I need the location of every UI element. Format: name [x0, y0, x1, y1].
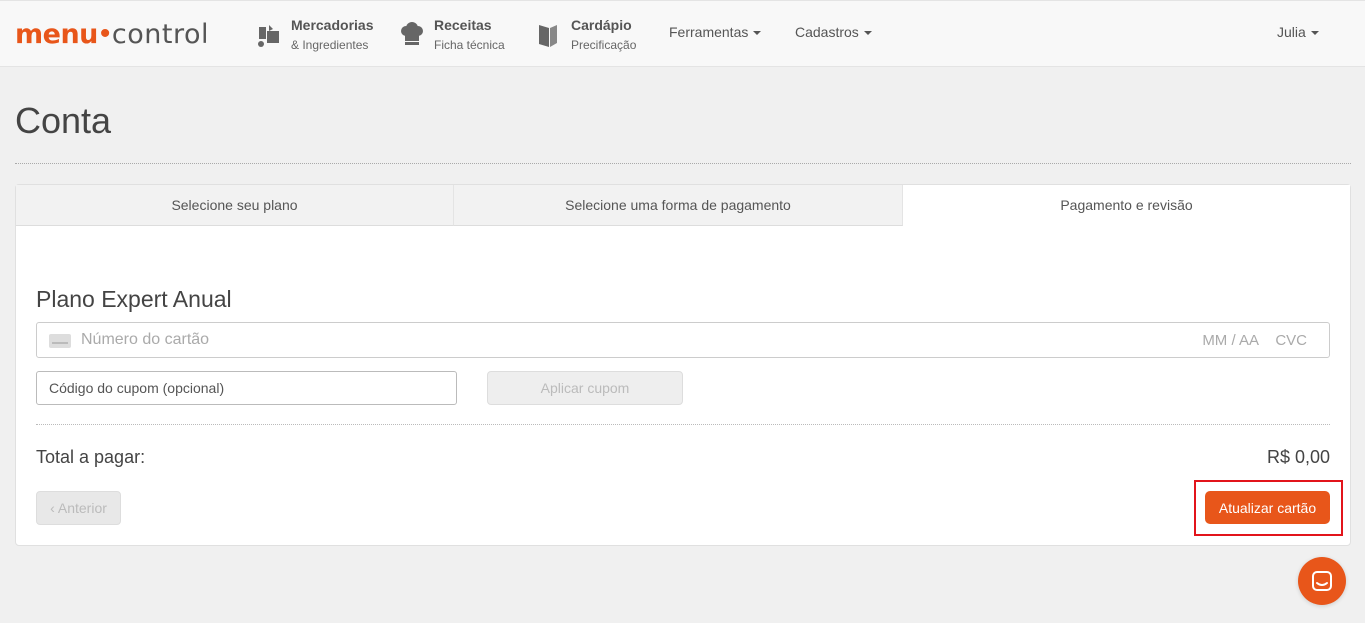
nav-ferramentas-dropdown[interactable]: Ferramentas — [669, 23, 762, 41]
wizard-tabs: Selecione seu plano Selecione uma forma … — [16, 185, 1350, 226]
logo-dot: • — [99, 17, 111, 50]
nav-cardapio-subtitle: Precificação — [571, 38, 637, 52]
nav-receitas-subtitle: Ficha técnica — [434, 38, 505, 52]
logo-menu-text: menu — [15, 19, 98, 50]
card-number-field[interactable]: Número do cartão MM / AA CVC — [36, 322, 1330, 358]
chevron-down-icon — [1310, 31, 1319, 36]
coupon-code-input[interactable] — [36, 371, 457, 405]
nav-mercadorias-title: Mercadorias — [291, 17, 374, 33]
total-label: Total a pagar: — [36, 447, 146, 467]
card-cvc-placeholder[interactable]: CVC — [1275, 332, 1307, 349]
nav-ferramentas-label: Ferramentas — [669, 24, 749, 40]
menucontrol-logo[interactable]: menu • control — [15, 17, 209, 51]
tab-payment-review[interactable]: Pagamento e revisão — [903, 185, 1350, 226]
user-name: Julia — [1277, 24, 1306, 40]
ingredients-icon — [258, 25, 279, 47]
nav-receitas-title: Receitas — [434, 17, 492, 33]
chevron-down-icon — [863, 31, 872, 36]
top-navbar: menu • control Mercadorias & Ingrediente… — [0, 0, 1365, 67]
nav-cadastros-dropdown[interactable]: Cadastros — [795, 23, 872, 41]
nav-cardapio-title: Cardápio — [571, 17, 632, 33]
previous-button[interactable]: ‹ Anterior — [36, 491, 121, 525]
page-title: Conta — [15, 100, 112, 141]
nav-mercadorias[interactable]: Mercadorias & Ingredientes — [255, 15, 373, 55]
nav-cadastros-label: Cadastros — [795, 24, 859, 40]
title-divider — [15, 163, 1351, 164]
card-expiry-placeholder[interactable]: MM / AA — [1202, 332, 1259, 349]
payment-panel: Selecione seu plano Selecione uma forma … — [15, 184, 1351, 546]
chef-hat-icon — [401, 22, 423, 45]
tab-select-plan[interactable]: Selecione seu plano — [16, 185, 454, 226]
user-menu-dropdown[interactable]: Julia — [1277, 23, 1319, 41]
nav-cardapio[interactable]: Cardápio Precificação — [535, 15, 636, 55]
nav-mercadorias-subtitle: & Ingredientes — [291, 38, 369, 52]
update-card-button[interactable]: Atualizar cartão — [1205, 491, 1330, 524]
credit-card-icon — [49, 334, 71, 348]
chat-launcher-button[interactable] — [1298, 557, 1346, 605]
chevron-down-icon — [753, 31, 762, 36]
logo-control-text: control — [111, 19, 209, 50]
nav-receitas[interactable]: Receitas Ficha técnica — [398, 15, 505, 55]
total-divider — [36, 424, 1330, 425]
card-number-placeholder: Número do cartão — [81, 331, 210, 348]
plan-title: Plano Expert Anual — [36, 286, 232, 312]
chat-icon — [1312, 571, 1332, 591]
apply-coupon-button[interactable]: Aplicar cupom — [487, 371, 683, 405]
tab-select-payment-method[interactable]: Selecione uma forma de pagamento — [454, 185, 903, 226]
total-value: R$ 0,00 — [1266, 447, 1330, 467]
menu-book-icon — [539, 25, 557, 47]
